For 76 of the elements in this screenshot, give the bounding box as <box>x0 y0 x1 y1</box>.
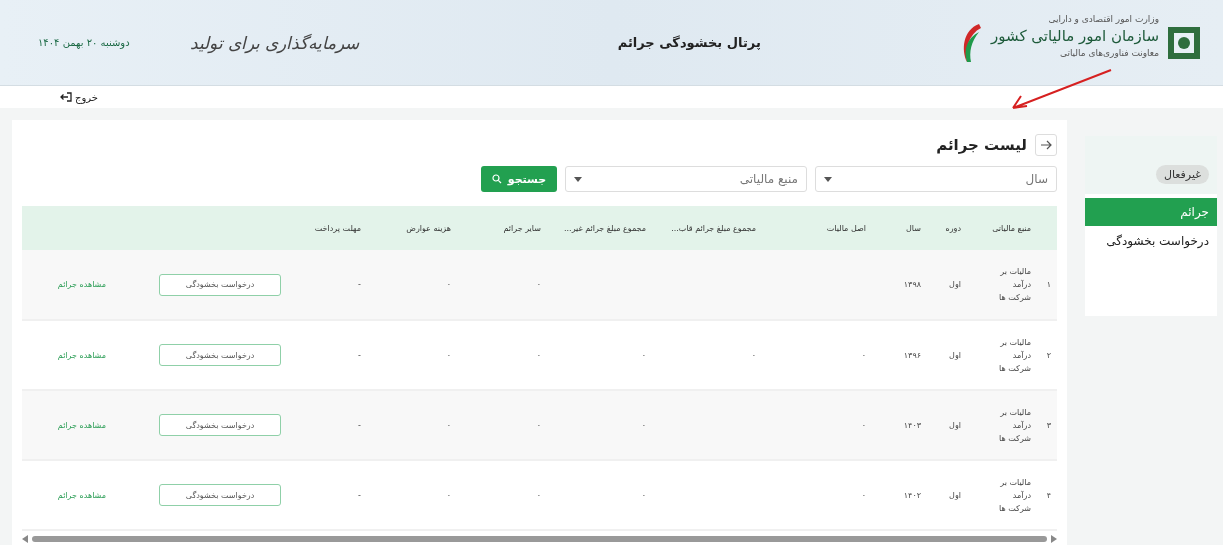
cell: ٠ <box>457 390 547 460</box>
cell: ٠ <box>762 390 872 460</box>
deadline-cell: - <box>287 250 367 320</box>
cell: ٠ <box>367 320 457 390</box>
column-header: سایر جرائم <box>457 206 547 250</box>
year-cell: ۱۳۹۶ <box>872 320 927 390</box>
column-header: مهلت پرداخت <box>287 206 367 250</box>
slogan-text: سرمایه‌گذاری برای تولید <box>189 32 360 53</box>
cell: ٠ <box>547 390 652 460</box>
column-header: سال <box>872 206 927 250</box>
row-number: ۲ <box>1037 320 1057 390</box>
scroll-right-icon[interactable] <box>1051 535 1057 543</box>
search-icon <box>491 174 502 184</box>
year-cell: ۱۳۹۸ <box>872 250 927 320</box>
tax-source-cell: مالیات بر درآمد شرکت ها <box>967 460 1037 530</box>
column-header: هزینه عوارض <box>367 206 457 250</box>
cell: ٠ <box>367 250 457 320</box>
ministry-name: وزارت امور اقتصادی و دارایی <box>1047 13 1159 24</box>
tax-source-cell: مالیات بر درآمد شرکت ها <box>967 390 1037 460</box>
date-text: دوشنبه ۲۰ بهمن ۱۴۰۴ <box>38 37 130 48</box>
period-cell: اول <box>927 250 967 320</box>
cell: ٠ <box>367 460 457 530</box>
arrow-icon <box>1040 139 1052 151</box>
column-header: مجموع مبلغ جرائم غیر... <box>547 206 652 250</box>
portal-title: پرتال بخشودگی جرائم <box>617 35 761 50</box>
cell: ٠ <box>457 460 547 530</box>
caret-icon <box>574 176 582 182</box>
status-badge: غیرفعال <box>1155 165 1209 184</box>
sidebar-item[interactable]: درخواست بخشودگی <box>1085 226 1217 256</box>
search-button[interactable]: جستجو <box>481 166 557 192</box>
year-cell: ۱۴۰۲ <box>872 460 927 530</box>
period-cell: اول <box>927 390 967 460</box>
view-penalties-link[interactable]: مشاهده جرائم <box>57 490 106 500</box>
row-number: ۳ <box>1037 390 1057 460</box>
deadline-cell: - <box>287 320 367 390</box>
tax-source-cell: مالیات بر درآمد شرکت ها <box>967 250 1037 320</box>
logo-icon <box>1167 25 1201 60</box>
page-title: لیست جرائم <box>936 136 1027 154</box>
organization-name: سازمان امور مالیاتی کشور <box>991 26 1159 45</box>
back-button[interactable] <box>1035 134 1057 156</box>
request-button[interactable]: درخواست بخشودگی <box>159 414 281 436</box>
tax-source-cell: مالیات بر درآمد شرکت ها <box>967 320 1037 390</box>
scroll-left-icon[interactable] <box>22 535 28 543</box>
caret-icon <box>824 176 832 182</box>
logout-icon <box>60 91 72 103</box>
select-field[interactable]: منبع مالیاتی <box>565 166 807 192</box>
view-penalties-link[interactable]: مشاهده جرائم <box>57 420 106 430</box>
cell: ٠ <box>457 320 547 390</box>
row-number: ۴ <box>1037 460 1057 530</box>
sidebar-item[interactable]: جرائم <box>1085 198 1217 226</box>
deputy-name: معاونت فناوری‌های مالیاتی <box>1058 47 1159 58</box>
period-cell: اول <box>927 320 967 390</box>
cell: ٠ <box>547 460 652 530</box>
select-field[interactable]: سال <box>815 166 1057 192</box>
row-number: ۱ <box>1037 250 1057 320</box>
cell: ٠ <box>762 320 872 390</box>
cell: ٠ <box>652 320 762 390</box>
cell: ٠ <box>457 250 547 320</box>
scrollbar-thumb[interactable] <box>32 536 1047 542</box>
cell: ٠ <box>367 390 457 460</box>
deadline-cell: - <box>287 460 367 530</box>
request-button[interactable]: درخواست بخشودگی <box>159 484 281 506</box>
column-header: دوره <box>927 206 967 250</box>
column-header: منبع مالیاتی <box>967 206 1037 250</box>
column-header: اصل مالیات <box>762 206 872 250</box>
cell: ٠ <box>762 460 872 530</box>
cell: ٠ <box>547 320 652 390</box>
logout-link[interactable]: خروج <box>60 91 98 103</box>
period-cell: اول <box>927 460 967 530</box>
request-button[interactable]: درخواست بخشودگی <box>159 344 281 366</box>
column-header: مجموع مبلغ جرائم قاب... <box>652 206 762 250</box>
deadline-cell: - <box>287 390 367 460</box>
year-cell: ۱۴۰۳ <box>872 390 927 460</box>
request-button[interactable]: درخواست بخشودگی <box>159 273 281 296</box>
view-penalties-link[interactable]: مشاهده جرائم <box>57 280 106 289</box>
view-penalties-link[interactable]: مشاهده جرائم <box>57 350 106 360</box>
